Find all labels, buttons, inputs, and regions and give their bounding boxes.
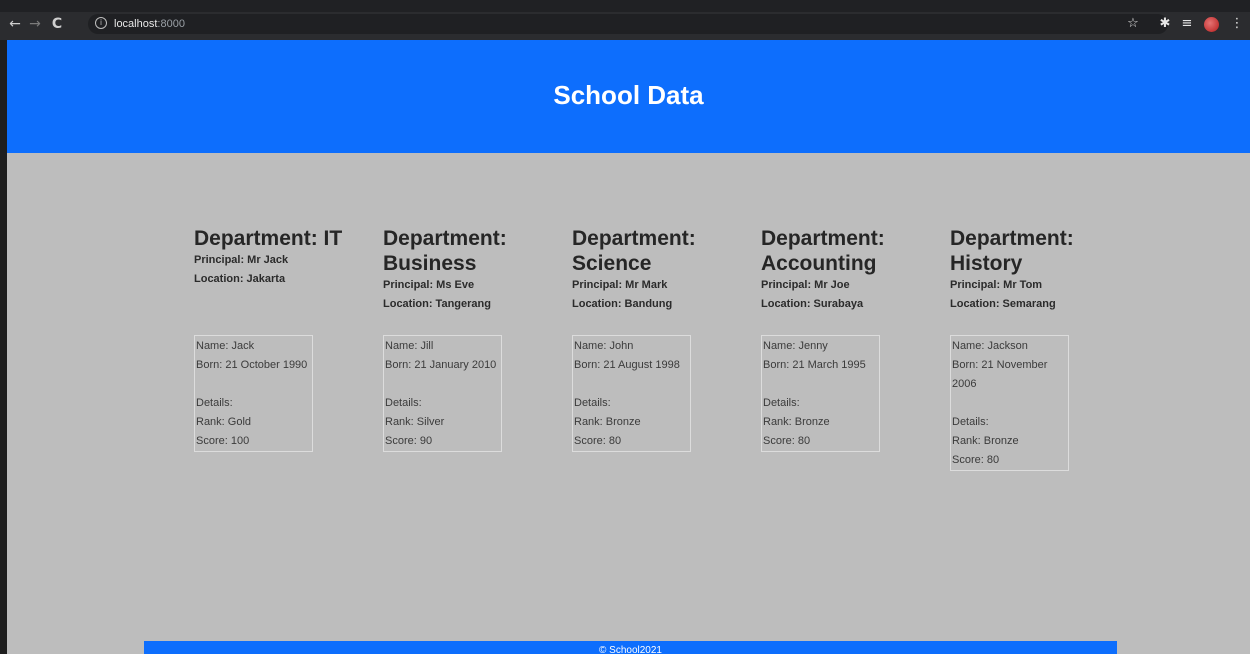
student-details-label: Details: [763,397,800,409]
page-content: School Data Department: IT Principal: Mr… [7,40,1250,654]
url-host: localhost [114,18,158,30]
browser-toolbar: ← → C i localhost:8000 ☆ ✱ ≡ ⋮ [0,0,1250,40]
omnibox-row: ← → C i localhost:8000 ☆ ✱ ≡ ⋮ [0,12,1250,40]
profile-avatar[interactable] [1204,17,1219,32]
student-details-label: Details: [385,397,422,409]
student-name: Name: Jack [196,340,255,352]
department-card: Department: Accounting Principal: Mr Joe… [761,226,921,452]
menu-icon[interactable]: ⋮ [1228,14,1246,34]
student-born: Born: 21 October 1990 [196,359,308,371]
browser-window: ← → C i localhost:8000 ☆ ✱ ≡ ⋮ School Da… [0,0,1250,654]
department-principal: Principal: Mr Tom [950,279,1043,291]
department-title: Department: History [950,227,1074,275]
student-rank: Rank: Bronze [763,416,830,428]
department-principal: Principal: Mr Mark [572,279,668,291]
student-name: Name: John [574,340,634,352]
student-name: Name: Jenny [763,340,828,352]
department-card: Department: Science Principal: Mr Mark L… [572,226,732,452]
department-title: Department: Accounting [761,227,885,275]
url-text: localhost:8000 [114,16,185,32]
student-name: Name: Jackson [952,340,1028,352]
site-info-icon[interactable]: i [95,17,107,29]
student-card: Name: Jackson Born: 21 November 2006 Det… [950,335,1069,471]
student-card: Name: Jill Born: 21 January 2010 Details… [383,335,502,452]
student-born: Born: 21 August 1998 [574,359,680,371]
department-location: Location: Tangerang [383,298,491,310]
department-principal: Principal: Mr Joe [761,279,850,291]
student-card: Name: John Born: 21 August 1998 Details:… [572,335,691,452]
student-born: Born: 21 March 1995 [763,359,866,371]
reading-list-icon[interactable]: ≡ [1178,14,1196,34]
department-card: Department: Business Principal: Ms Eve L… [383,226,543,452]
student-score: Score: 80 [574,435,622,447]
student-score: Score: 80 [763,435,811,447]
department-card: Department: IT Principal: Mr Jack Locati… [194,226,354,452]
page-footer: © School2021 [144,641,1117,654]
student-card: Name: Jack Born: 21 October 1990 Details… [194,335,313,452]
student-details-label: Details: [196,397,233,409]
student-score: Score: 80 [952,454,1000,466]
student-card: Name: Jenny Born: 21 March 1995 Details:… [761,335,880,452]
student-rank: Rank: Silver [385,416,445,428]
student-rank: Rank: Bronze [952,435,1019,447]
student-rank: Rank: Gold [196,416,252,428]
student-score: Score: 90 [385,435,433,447]
address-bar[interactable]: i localhost:8000 [88,14,1168,34]
extensions-icon[interactable]: ✱ [1156,14,1174,34]
department-title: Department: IT [194,227,343,250]
reload-icon[interactable]: C [48,14,66,34]
student-rank: Rank: Bronze [574,416,641,428]
student-details-label: Details: [952,416,989,428]
department-title: Department: Science [572,227,696,275]
student-score: Score: 100 [196,435,250,447]
student-name: Name: Jill [385,340,434,352]
url-port: :8000 [157,18,185,30]
forward-icon[interactable]: → [26,14,44,34]
department-principal: Principal: Mr Jack [194,254,289,266]
student-born: Born: 21 January 2010 [385,359,497,371]
department-card: Department: History Principal: Mr Tom Lo… [950,226,1110,471]
department-location: Location: Semarang [950,298,1056,310]
department-title: Department: Business [383,227,507,275]
department-principal: Principal: Ms Eve [383,279,475,291]
page-header: School Data [7,40,1250,153]
back-icon[interactable]: ← [6,14,24,34]
bookmark-star-icon[interactable]: ☆ [1124,14,1142,34]
footer-copyright: © School2021 [599,645,662,654]
department-location: Location: Jakarta [194,273,286,285]
department-location: Location: Surabaya [761,298,864,310]
student-born: Born: 21 November 2006 [952,359,1048,390]
department-location: Location: Bandung [572,298,673,310]
student-details-label: Details: [574,397,611,409]
page-title: School Data [553,80,704,110]
